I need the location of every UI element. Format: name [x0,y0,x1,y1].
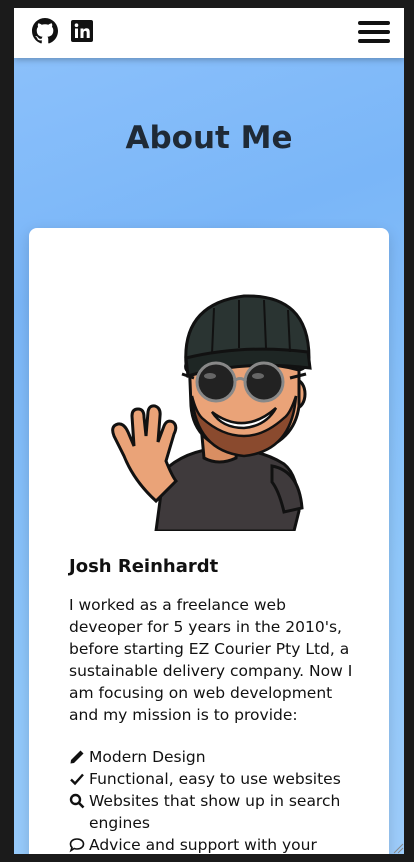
comment-icon [69,838,85,853]
feature-text: Advice and support with your [89,836,317,854]
app-viewport: About Me Josh Reinhardt I worked as a fr… [14,8,404,854]
feature-text: Modern Design [89,748,206,766]
feature-text: Websites that show up in search engines [89,792,341,832]
page-title: About Me [125,120,293,156]
about-card: Josh Reinhardt I worked as a freelance w… [29,228,389,854]
feature-text: Functional, easy to use websites [89,770,341,788]
search-icon [69,793,85,809]
github-link[interactable] [32,18,58,44]
list-item: Websites that show up in search engines [69,790,359,834]
pencil-icon [70,750,84,764]
navbar [14,8,404,58]
profile-name: Josh Reinhardt [69,556,219,577]
linkedin-icon [71,20,93,42]
hamburger-menu-button[interactable] [358,21,390,45]
list-item: Advice and support with your [69,834,359,854]
profile-bio: I worked as a freelance web deveoper for… [69,596,353,724]
check-icon [70,773,84,786]
resize-grip-icon[interactable] [392,842,404,854]
github-icon [32,18,58,44]
list-item: Modern Design [69,746,359,768]
list-item: Functional, easy to use websites [69,768,359,790]
feature-list: Modern Design Functional, easy to use we… [69,746,359,854]
linkedin-link[interactable] [69,18,95,44]
avatar [111,294,312,531]
hamburger-menu-icon [358,21,390,25]
